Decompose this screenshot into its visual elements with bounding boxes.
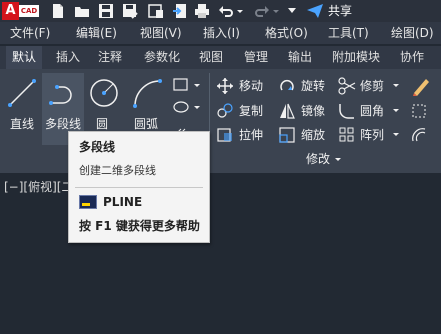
app-logo-text: CAD [19, 5, 39, 17]
move-label: 移动 [239, 79, 264, 93]
rotate-label: 旋转 [301, 79, 326, 93]
stretch-button[interactable]: 拉伸 [216, 126, 276, 144]
array-label: 阵列 [360, 128, 385, 142]
array-dropdown-icon[interactable] [392, 131, 400, 139]
explode-button[interactable] [410, 102, 432, 120]
scale-button[interactable]: 缩放 [278, 126, 338, 144]
stretch-icon [217, 128, 232, 142]
overflow-arrow-icon[interactable] [287, 3, 297, 19]
arc-label: 圆弧 [134, 117, 159, 131]
tab-view[interactable]: 视图 [192, 46, 230, 69]
copy-icon [217, 103, 233, 118]
print-icon[interactable] [194, 3, 210, 19]
menu-insert[interactable]: 插入(I) [203, 26, 240, 40]
app-logo[interactable]: A CAD [2, 2, 40, 20]
move-icon [217, 78, 233, 94]
arc-button[interactable]: 圆弧 [128, 75, 166, 131]
redo-dropdown-icon[interactable] [272, 3, 280, 19]
open-folder-icon[interactable] [74, 3, 90, 19]
rectangle-button[interactable] [172, 77, 202, 93]
move-button[interactable]: 移动 [216, 77, 276, 95]
line-button[interactable]: 直线 [4, 75, 40, 131]
menu-format[interactable]: 格式(O) [265, 26, 308, 40]
save-as-icon[interactable] [122, 3, 138, 19]
rotate-button[interactable]: 旋转 [278, 77, 338, 95]
erase-icon [413, 79, 429, 96]
app-logo-letter: A [2, 2, 19, 20]
new-file-icon[interactable] [50, 3, 66, 19]
arc-icon [133, 79, 162, 108]
stretch-label: 拉伸 [239, 128, 264, 142]
circle-label: 圆 [96, 117, 109, 131]
ellipse-button[interactable] [172, 99, 202, 115]
tab-output[interactable]: 输出 [280, 46, 320, 69]
copy-button[interactable]: 复制 [216, 102, 276, 120]
redo-icon[interactable] [254, 3, 270, 19]
tooltip-title: 多段线 [79, 140, 116, 154]
tooltip-divider [75, 187, 203, 188]
tab-parametric[interactable]: 参数化 [136, 46, 188, 69]
tooltip-description: 创建二维多段线 [79, 164, 156, 177]
fillet-button[interactable]: 圆角 [338, 102, 402, 120]
share-label[interactable]: 共享 [328, 4, 352, 18]
menu-edit[interactable]: 编辑(E) [76, 26, 117, 40]
mirror-icon [280, 103, 295, 119]
quick-access-toolbar: A CAD 共享 [0, 0, 441, 22]
fillet-icon [339, 104, 354, 119]
rectangle-icon [173, 78, 200, 91]
circle-button[interactable]: 圆 [86, 75, 122, 131]
viewport-controls[interactable]: [−][俯视][二 [4, 180, 73, 194]
trim-button[interactable]: 修剪 [338, 77, 402, 95]
menu-view[interactable]: 视图(V) [140, 26, 182, 40]
line-label: 直线 [10, 117, 35, 131]
trim-dropdown-icon[interactable] [392, 82, 400, 90]
save-icon[interactable] [98, 3, 114, 19]
modify-panel-label: 修改 [306, 152, 331, 166]
undo-icon[interactable] [218, 3, 234, 19]
web-mobile-save-icon[interactable] [148, 3, 164, 19]
polyline-icon [49, 85, 72, 105]
export-icon[interactable] [172, 3, 188, 19]
menu-draw[interactable]: 绘图(D) [391, 26, 434, 40]
circle-icon [90, 79, 118, 107]
line-icon [8, 79, 36, 107]
array-button[interactable]: 阵列 [338, 126, 402, 144]
undo-dropdown-icon[interactable] [236, 3, 244, 19]
fillet-label: 圆角 [360, 104, 385, 118]
ribbon-panel: 直线 多段线 圆 圆弧 移动 旋转 修剪 复制 镜像 圆角 拉伸 缩放 阵列 修… [0, 69, 441, 173]
tooltip-command: PLINE [103, 195, 143, 209]
mirror-button[interactable]: 镜像 [278, 102, 338, 120]
share-icon[interactable] [306, 3, 323, 19]
scale-icon [279, 127, 295, 143]
tab-default[interactable]: 默认 [6, 46, 42, 69]
tab-insert[interactable]: 插入 [50, 46, 86, 69]
fillet-dropdown-icon[interactable] [392, 107, 400, 115]
tab-collaborate[interactable]: 协作 [392, 46, 432, 69]
copy-label: 复制 [239, 104, 264, 118]
polyline-label: 多段线 [45, 117, 82, 131]
scale-label: 缩放 [301, 128, 326, 142]
menu-tools[interactable]: 工具(T) [328, 26, 369, 40]
menu-file[interactable]: 文件(F) [10, 26, 50, 40]
tooltip-help: 按 F1 键获得更多帮助 [79, 219, 200, 233]
erase-button[interactable] [410, 75, 432, 97]
trim-label: 修剪 [360, 79, 385, 93]
command-icon [79, 195, 97, 209]
offset-button[interactable] [410, 126, 432, 144]
ribbon-tab-bar: 默认 插入 注释 参数化 视图 管理 输出 附加模块 协作 [0, 46, 441, 69]
mirror-label: 镜像 [301, 104, 326, 118]
tooltip: 多段线 创建二维多段线 PLINE 按 F1 键获得更多帮助 [68, 131, 210, 243]
array-icon [339, 127, 354, 142]
ellipse-icon [173, 101, 200, 113]
explode-icon [412, 104, 426, 118]
modify-panel-title[interactable]: 修改 [300, 151, 350, 167]
trim-icon [338, 77, 356, 95]
tab-annotate[interactable]: 注释 [92, 46, 128, 69]
rotate-icon [280, 80, 294, 91]
menu-bar: 文件(F) 编辑(E) 视图(V) 插入(I) 格式(O) 工具(T) 绘图(D… [0, 22, 441, 44]
chevron-down-icon [335, 158, 341, 161]
tab-addins[interactable]: 附加模块 [326, 46, 386, 69]
tab-manage[interactable]: 管理 [236, 46, 276, 69]
offset-icon [412, 128, 426, 142]
